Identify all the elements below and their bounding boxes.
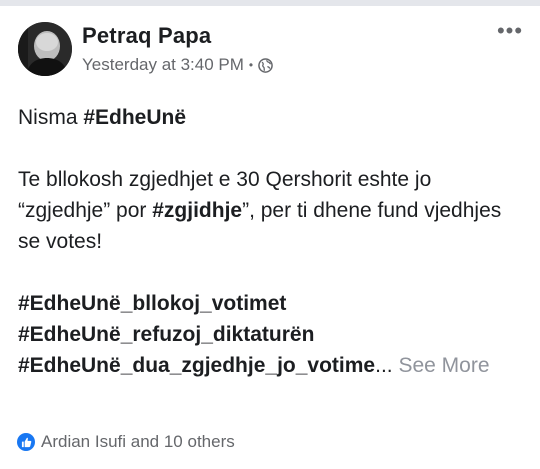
timestamp[interactable]: Yesterday at 3:40 PM [82,55,244,75]
hashtag-link[interactable]: #EdheUnë_dua_zgjedhje_jo_votime [18,354,375,377]
post-paragraph-2: Te bllokosh zgjedhjet e 30 Qershorit esh… [18,164,528,257]
body-text: Nisma [18,106,84,129]
hashtag-line-1: #EdheUnë_bllokoj_votimet [18,288,528,319]
like-icon [17,433,35,451]
post-meta: Yesterday at 3:40 PM • [82,55,273,75]
hashtag-link[interactable]: #EdheUnë [83,106,186,129]
ellipsis: ... [375,354,393,377]
globe-icon[interactable] [258,57,273,73]
post-body: Nisma #EdheUnë Te bllokosh zgjedhjet e 3… [18,102,528,381]
post-line-1: Nisma #EdheUnë [18,102,528,133]
post-card: Petraq Papa Yesterday at 3:40 PM • ••• N… [0,6,540,469]
see-more-link[interactable]: See More [398,354,489,377]
reactions-summary[interactable]: Ardian Isufi and 10 others [17,432,235,452]
hashtag-line-2: #EdheUnë_refuzoj_diktaturën [18,319,528,350]
more-horizontal-icon[interactable]: ••• [494,20,526,48]
reactions-text[interactable]: Ardian Isufi and 10 others [41,432,235,452]
hashtag-line-3: #EdheUnë_dua_zgjedhje_jo_votime... See M… [18,350,528,381]
hashtag-link[interactable]: #EdheUnë_refuzoj_diktaturën [18,323,314,346]
avatar-photo-icon [18,22,72,76]
author-name[interactable]: Petraq Papa [82,23,211,49]
hashtag-link[interactable]: #zgjidhje [152,199,242,222]
avatar[interactable] [18,22,72,76]
post-header: Petraq Papa Yesterday at 3:40 PM • ••• [18,20,526,86]
hashtag-link[interactable]: #EdheUnë_bllokoj_votimet [18,292,286,315]
meta-separator: • [248,58,254,72]
